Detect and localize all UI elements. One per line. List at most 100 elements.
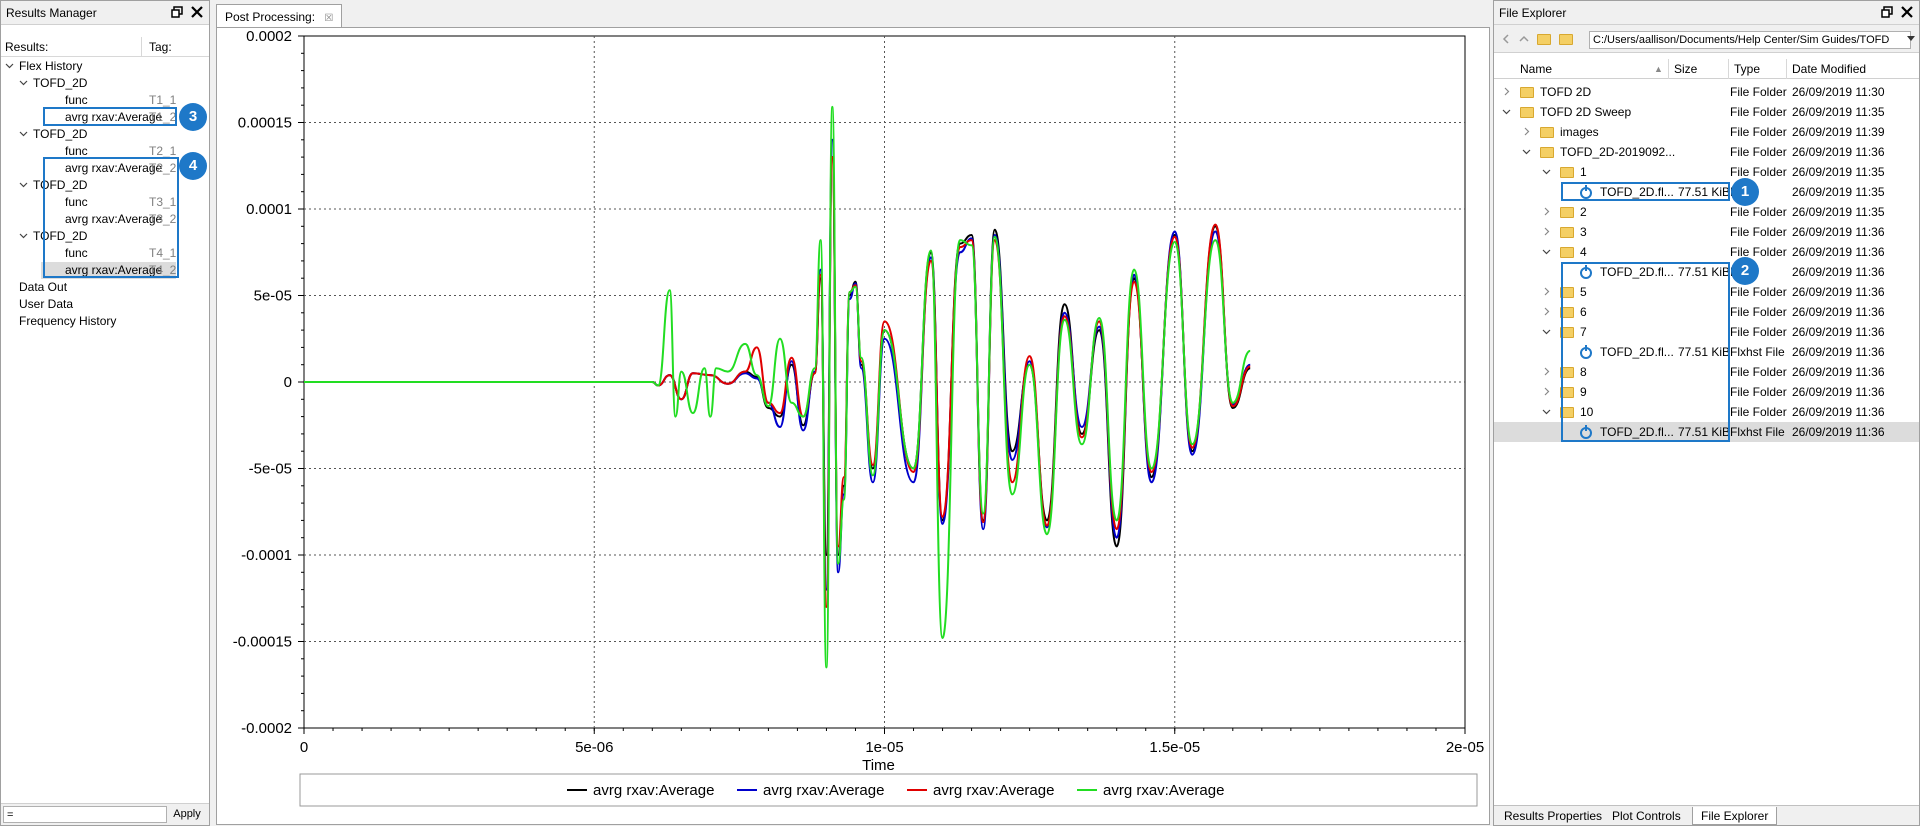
chevron-down-icon[interactable] (1502, 102, 1511, 122)
results-tree-item-label: Flex History (19, 59, 83, 73)
chevron-down-icon[interactable] (5, 59, 15, 76)
x-tick-label: 0 (300, 739, 308, 756)
chevron-right-icon[interactable] (1542, 382, 1551, 402)
float-panel-icon[interactable] (169, 4, 185, 20)
results-tree-item-label: func (65, 144, 88, 158)
folder-icon (1540, 147, 1554, 158)
results-tree-item[interactable]: Data Out (5, 279, 207, 296)
chevron-right-icon[interactable] (1542, 302, 1551, 322)
results-manager-titlebar: Results Manager (1, 1, 209, 25)
folder-row[interactable]: images File Folder 26/09/2019 11:39 (1494, 122, 1919, 142)
folder-row[interactable]: TOFD 2D File Folder 26/09/2019 11:30 (1494, 82, 1919, 102)
results-tree-item[interactable]: Frequency History (5, 313, 207, 330)
new-folder-icon[interactable] (1536, 31, 1552, 47)
chevron-right-icon[interactable] (1522, 122, 1531, 142)
folder-row[interactable]: 2 File Folder 26/09/2019 11:35 (1494, 202, 1919, 222)
legend-entry-label: avrg rxav:Average (593, 782, 714, 799)
file-date-modified: 26/09/2019 11:36 (1792, 325, 1885, 339)
results-tree-item-label: TOFD_2D (33, 76, 88, 90)
chevron-down-icon[interactable] (1542, 162, 1551, 182)
column-size[interactable]: Size (1674, 62, 1697, 76)
x-tick-label: 1.5e-05 (1149, 739, 1200, 756)
file-type: File Folder (1730, 365, 1787, 379)
y-tick-label: 5e-05 (254, 288, 292, 305)
file-date-modified: 26/09/2019 11:36 (1792, 385, 1885, 399)
chevron-right-icon[interactable] (1542, 282, 1551, 302)
file-date-modified: 26/09/2019 11:36 (1792, 425, 1885, 439)
y-tick-label: -0.0002 (241, 720, 292, 737)
file-type: File Folder (1730, 145, 1787, 159)
chevron-right-icon[interactable] (1542, 202, 1551, 222)
legend-entry-label: avrg rxav:Average (763, 782, 884, 799)
results-tree-item[interactable]: TOFD_2D (19, 75, 207, 92)
y-tick-label: -5e-05 (249, 461, 292, 478)
file-type: File Folder (1730, 405, 1787, 419)
bottom-tab-plot-controls[interactable]: Plot Controls (1604, 807, 1689, 825)
float-panel-icon[interactable] (1879, 4, 1895, 20)
x-tick-label: 5e-06 (575, 739, 613, 756)
results-tree-item[interactable]: TOFD_2D (19, 126, 207, 143)
folder-icon (1560, 207, 1574, 218)
file-explorer-toolbar: C:/Users/aallison/Documents/Help Center/… (1494, 25, 1919, 53)
path-field[interactable]: C:/Users/aallison/Documents/Help Center/… (1589, 31, 1911, 49)
time-history-chart[interactable]: 0 5e-06 1e-05 1.5e-05 2e-05 0.0002 0.00015 0.00… (217, 28, 1489, 824)
path-dropdown-icon[interactable] (1903, 31, 1919, 47)
tab-close-icon[interactable]: ☒ (324, 13, 333, 24)
results-tree-item[interactable]: Flex History (5, 58, 207, 75)
folder-row[interactable]: TOFD 2D Sweep File Folder 26/09/2019 11:35 (1494, 102, 1919, 122)
chevron-down-icon[interactable] (19, 229, 29, 246)
up-icon[interactable] (1516, 31, 1532, 47)
file-name: TOFD_2D-2019092... (1560, 145, 1676, 159)
column-name[interactable]: Name (1520, 62, 1552, 76)
bottom-tab-results-properties[interactable]: Results Properties (1496, 807, 1610, 825)
y-tick-label: 0.0002 (246, 28, 292, 45)
chevron-down-icon[interactable] (1542, 242, 1551, 262)
y-tick-label: 0.0001 (246, 201, 292, 218)
close-panel-icon[interactable] (1899, 4, 1915, 20)
folder-icon (1540, 127, 1554, 138)
post-processing-view: 0 5e-06 1e-05 1.5e-05 2e-05 0.0002 0.00015 0.00… (216, 27, 1490, 825)
close-panel-icon[interactable] (189, 4, 205, 20)
file-type: File Folder (1730, 325, 1787, 339)
results-column-label[interactable]: Results: (5, 40, 48, 54)
chevron-down-icon[interactable] (19, 127, 29, 144)
chevron-right-icon[interactable] (1542, 362, 1551, 382)
file-date-modified: 26/09/2019 11:35 (1792, 205, 1885, 219)
callout-1-box (1561, 182, 1730, 201)
column-type[interactable]: Type (1734, 62, 1760, 76)
folder-row[interactable]: 4 File Folder 26/09/2019 11:36 (1494, 242, 1919, 262)
file-type: Flxhst File (1730, 345, 1785, 359)
folder-icon (1560, 167, 1574, 178)
column-date-modified[interactable]: Date Modified (1792, 62, 1866, 76)
file-list-header: Name ▲ Size Type Date Modified (1494, 59, 1919, 79)
results-tree-item[interactable]: User Data (5, 296, 207, 313)
y-tick-label: -0.00015 (233, 634, 292, 651)
file-date-modified: 26/09/2019 11:36 (1792, 285, 1885, 299)
back-icon[interactable] (1498, 31, 1514, 47)
command-bar: Apply (1, 803, 209, 825)
folder-row[interactable]: TOFD_2D-2019092... File Folder 26/09/2019 … (1494, 142, 1919, 162)
callout-4-box (43, 157, 179, 278)
chevron-down-icon[interactable] (19, 178, 29, 195)
file-type: File Folder (1730, 205, 1787, 219)
file-date-modified: 26/09/2019 11:36 (1792, 225, 1885, 239)
chevron-right-icon[interactable] (1542, 222, 1551, 242)
folder-row[interactable]: 3 File Folder 26/09/2019 11:36 (1494, 222, 1919, 242)
bottom-tab-file-explorer[interactable]: File Explorer (1692, 807, 1778, 825)
chevron-down-icon[interactable] (1542, 322, 1551, 342)
chevron-down-icon[interactable] (1542, 402, 1551, 422)
tag-column-label[interactable]: Tag: (149, 40, 172, 54)
command-input[interactable] (3, 806, 167, 823)
x-tick-label: 1e-05 (865, 739, 903, 756)
chevron-down-icon[interactable] (19, 76, 29, 93)
tab-post-processing[interactable]: Post Processing: ☒ (216, 4, 343, 28)
folder-row[interactable]: 1 File Folder 26/09/2019 11:35 (1494, 162, 1919, 182)
open-folder-icon[interactable] (1558, 31, 1574, 47)
chevron-down-icon[interactable] (1522, 142, 1531, 162)
results-tree-item-label: TOFD_2D (33, 127, 88, 141)
apply-button[interactable]: Apply (169, 806, 205, 823)
chevron-right-icon[interactable] (1502, 82, 1511, 102)
results-manager-title: Results Manager (6, 6, 97, 20)
results-tree-item-label: User Data (19, 297, 74, 311)
file-explorer-title: File Explorer (1499, 6, 1567, 20)
